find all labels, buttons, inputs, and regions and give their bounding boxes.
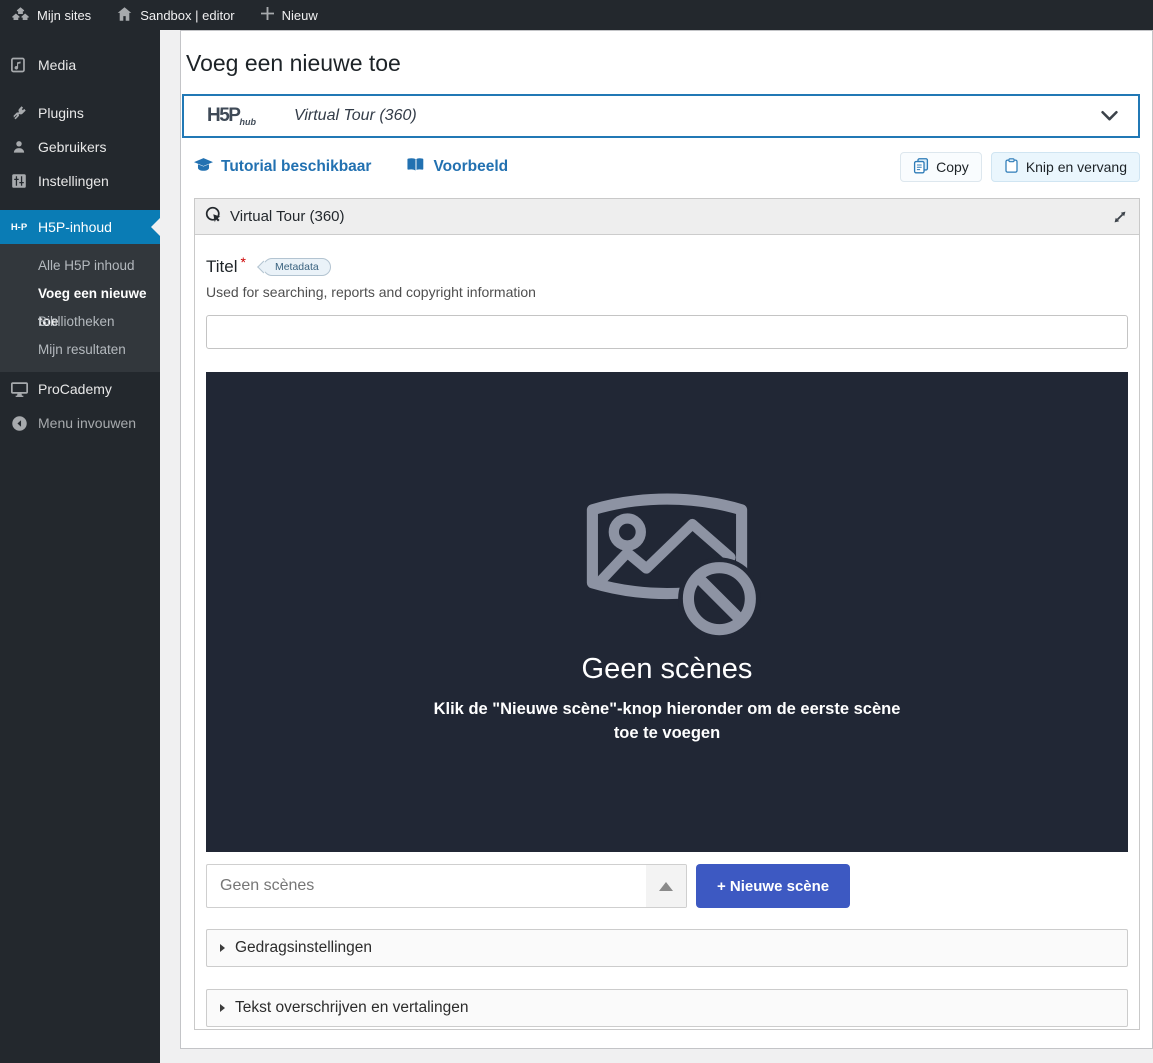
sidebar: Media Plugins Gebruikers Instellingen H-…: [0, 30, 160, 1063]
no-image-icon: [567, 478, 767, 645]
fullscreen-icon[interactable]: [1111, 208, 1129, 226]
accordion-text-overrides[interactable]: Tekst overschrijven en vertalingen: [206, 989, 1128, 1027]
sidebar-item-instellingen[interactable]: Instellingen: [0, 164, 160, 198]
page-title: Voeg een nieuwe toe: [186, 50, 1140, 77]
no-scenes-hint: Klik de "Nieuwe scène"-knop hieronder om…: [420, 698, 915, 746]
accordion-label: Gedragsinstellingen: [235, 939, 372, 957]
book-icon: [407, 157, 425, 177]
new-scene-button[interactable]: + Nieuwe scène: [696, 864, 850, 908]
sidebar-item-procademy[interactable]: ProCademy: [0, 372, 160, 406]
sidebar-item-label: Instellingen: [38, 173, 109, 189]
users-icon: [0, 139, 38, 155]
sidebar-item-label: H5P-inhoud: [38, 219, 112, 235]
caret-right-icon: [220, 1004, 225, 1012]
metadata-button[interactable]: Metadata: [263, 258, 331, 276]
h5p-hub-logo: H5Phub: [207, 105, 256, 127]
submenu-item-bibliotheken[interactable]: Biblliotheken: [0, 308, 160, 336]
editor-panel: Virtual Tour (360) Titel * Metadata Used…: [194, 198, 1140, 1030]
editor-panel-title: Virtual Tour (360): [230, 208, 345, 225]
sidebar-item-plugins[interactable]: Plugins: [0, 96, 160, 130]
monitor-icon: [0, 381, 38, 398]
scene-preview-area: Geen scènes Klik de "Nieuwe scène"-knop …: [206, 372, 1128, 852]
accordion-label: Tekst overschrijven en vertalingen: [235, 999, 468, 1017]
media-icon: [0, 57, 38, 73]
graduation-cap-icon: [194, 157, 213, 178]
new-label: Nieuw: [282, 8, 318, 23]
admin-bar-new[interactable]: Nieuw: [261, 7, 318, 23]
h5p-submenu: Alle H5P inhoud Voeg een nieuwe toe Bibl…: [0, 244, 160, 372]
tutorial-link-label: Tutorial beschikbaar: [221, 158, 371, 176]
content-type-selector[interactable]: H5Phub Virtual Tour (360): [182, 94, 1140, 138]
submenu-item-voeg-een-nieuwe-toe[interactable]: Voeg een nieuwe toe: [0, 280, 160, 308]
h5p-icon: H-P: [0, 222, 38, 233]
site-name-label: Sandbox | editor: [140, 8, 234, 23]
admin-bar-site-name[interactable]: Sandbox | editor: [117, 7, 234, 24]
plus-icon: [261, 7, 274, 23]
clipboard-icon: [1004, 157, 1019, 177]
scene-select-value: Geen scènes: [207, 877, 646, 895]
sidebar-item-h5p-inhoud[interactable]: H-P H5P-inhoud: [0, 210, 160, 244]
paste-replace-button-label: Knip en vervang: [1026, 159, 1127, 175]
plugins-icon: [0, 105, 38, 121]
tutorial-link[interactable]: Tutorial beschikbaar: [194, 157, 371, 178]
caret-right-icon: [220, 944, 225, 952]
triangle-up-icon[interactable]: [646, 865, 686, 907]
sidebar-item-collapse-menu[interactable]: Menu invouwen: [0, 406, 160, 440]
collapse-icon: [0, 415, 38, 432]
title-field-label-row: Titel * Metadata: [206, 257, 1128, 277]
home-icon: [117, 7, 132, 24]
example-link[interactable]: Voorbeeld: [407, 157, 508, 177]
scene-controls-row: Geen scènes + Nieuwe scène: [206, 864, 1128, 908]
scene-select[interactable]: Geen scènes: [206, 864, 687, 908]
editor-panel-body: Titel * Metadata Used for searching, rep…: [195, 235, 1139, 1029]
sidebar-item-label: Plugins: [38, 105, 84, 121]
settings-icon: [0, 173, 38, 189]
copy-icon: [913, 157, 929, 177]
copy-button[interactable]: Copy: [900, 152, 982, 182]
copy-button-label: Copy: [936, 159, 969, 175]
sidebar-item-label: Media: [38, 57, 76, 73]
paste-replace-button[interactable]: Knip en vervang: [991, 152, 1140, 182]
sidebar-item-label: ProCademy: [38, 381, 112, 397]
submenu-item-mijn-resultaten[interactable]: Mijn resultaten: [0, 336, 160, 364]
required-mark: *: [241, 254, 246, 270]
my-sites-label: Mijn sites: [37, 8, 91, 23]
current-item-arrow: [151, 218, 160, 236]
content-type-icon: [205, 206, 222, 228]
selected-content-type: Virtual Tour (360): [294, 107, 417, 125]
title-input[interactable]: [206, 315, 1128, 349]
admin-bar: Mijn sites Sandbox | editor Nieuw: [0, 0, 1153, 30]
editor-panel-header: Virtual Tour (360): [195, 199, 1139, 235]
submenu-item-alle-h5p-inhoud[interactable]: Alle H5P inhoud: [0, 252, 160, 280]
network-icon: [12, 7, 29, 24]
toolbar-row: Tutorial beschikbaar Voorbeeld Copy Knip…: [194, 152, 1140, 182]
sidebar-item-gebruikers[interactable]: Gebruikers: [0, 130, 160, 164]
content-area: Voeg een nieuwe toe H5Phub Virtual Tour …: [180, 30, 1153, 1049]
accordion-behaviour-settings[interactable]: Gedragsinstellingen: [206, 929, 1128, 967]
sidebar-item-media[interactable]: Media: [0, 48, 160, 82]
title-field-label: Titel: [206, 257, 238, 277]
chevron-down-icon[interactable]: [1101, 111, 1118, 122]
title-field-help: Used for searching, reports and copyrigh…: [206, 284, 1128, 300]
no-scenes-title: Geen scènes: [582, 653, 753, 686]
example-link-label: Voorbeeld: [433, 158, 508, 176]
sidebar-item-label: Menu invouwen: [38, 415, 136, 431]
sidebar-item-label: Gebruikers: [38, 139, 106, 155]
admin-bar-my-sites[interactable]: Mijn sites: [12, 7, 91, 24]
